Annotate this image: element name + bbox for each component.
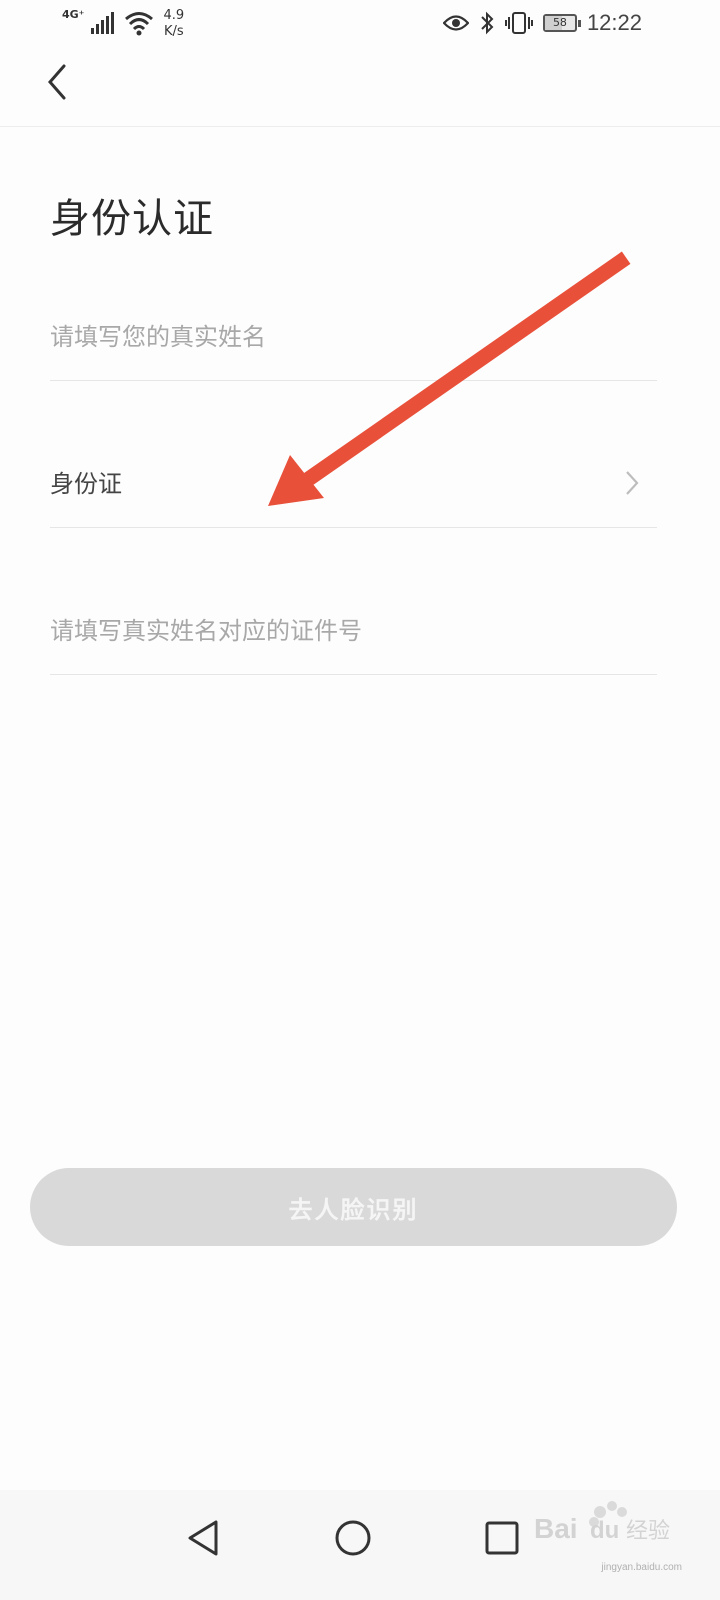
speed-unit: K/s xyxy=(164,24,184,39)
circle-home-icon[interactable] xyxy=(323,1508,383,1568)
battery-level: 58 xyxy=(552,16,567,29)
status-time: 12:22 xyxy=(586,10,642,35)
back-button[interactable] xyxy=(40,60,76,104)
svg-text:Bai: Bai xyxy=(534,1513,578,1544)
wifi-icon xyxy=(124,12,153,36)
id-number-input-placeholder[interactable]: 请填写真实姓名对应的证件号 xyxy=(50,611,362,646)
network-type: 4G⁺ xyxy=(62,8,85,21)
square-recents-icon[interactable] xyxy=(472,1508,532,1568)
id-type-select[interactable]: 身份证 xyxy=(50,381,657,528)
id-type-value: 身份证 xyxy=(50,470,122,498)
baidu-jingyan-watermark: Bai du 经验 xyxy=(534,1501,670,1544)
signal-icon xyxy=(90,12,114,34)
status-left: 4G⁺ 4.9 K/s xyxy=(62,8,184,40)
id-number-field[interactable]: 请填写真实姓名对应的证件号 xyxy=(50,528,657,675)
eye-icon xyxy=(442,15,469,31)
chevron-left-icon xyxy=(48,64,66,100)
network-speed: 4.9 K/s xyxy=(164,8,185,40)
name-input-placeholder[interactable]: 请填写您的真实姓名 xyxy=(50,317,266,352)
name-field[interactable]: 请填写您的真实姓名 xyxy=(50,234,657,381)
svg-text:du: du xyxy=(590,1517,619,1544)
app-header xyxy=(0,50,720,127)
bluetooth-icon xyxy=(481,11,494,35)
triangle-back-icon[interactable] xyxy=(174,1508,234,1568)
svg-text:经验: 经验 xyxy=(626,1519,670,1544)
watermark-url: jingyan.baidu.com xyxy=(601,1562,682,1573)
speed-value: 4.9 xyxy=(163,8,185,23)
battery-icon: 58 xyxy=(542,14,581,32)
status-right: 58 12:22 xyxy=(442,10,642,36)
face-recognition-button[interactable]: 去人脸识别 xyxy=(30,1168,677,1246)
vibrate-icon xyxy=(504,12,533,34)
chevron-right-icon xyxy=(626,471,639,495)
status-bar: 4G⁺ 4.9 K/s 58 12:22 xyxy=(0,0,720,50)
